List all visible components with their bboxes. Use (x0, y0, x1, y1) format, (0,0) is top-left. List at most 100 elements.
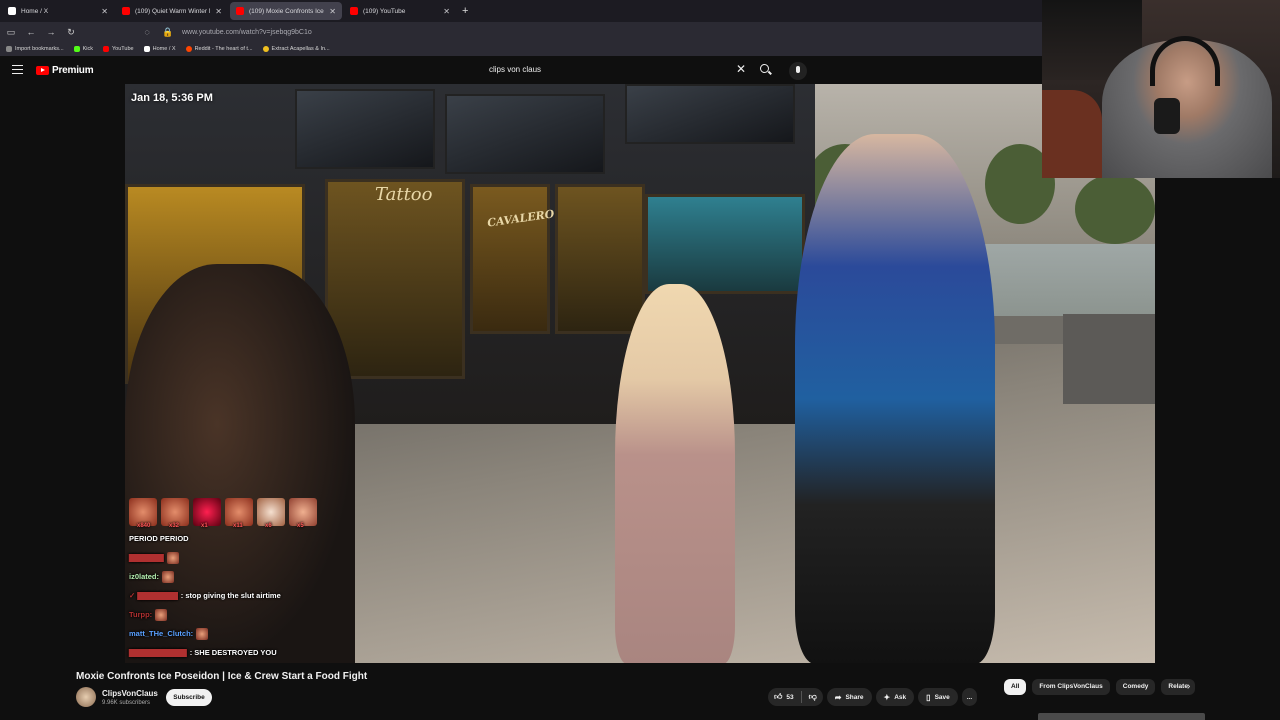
video-title: Moxie Confronts Ice Poseidon | Ice & Cre… (76, 671, 368, 682)
subscribe-button[interactable]: Subscribe (166, 689, 212, 706)
video-person-right (795, 134, 995, 663)
emote-icon (162, 570, 175, 583)
reload-icon[interactable]: ↻ (66, 27, 76, 38)
lock-icon[interactable]: 🔒 (162, 27, 173, 38)
avatar[interactable] (76, 687, 96, 707)
microphone-icon (1154, 98, 1180, 134)
thumbs-down-icon[interactable]: 👎︎ (809, 692, 817, 702)
emote-icon: x1 (193, 498, 221, 529)
bookmark-label: Import bookmarks... (15, 46, 64, 52)
bookmark-kick[interactable]: Kick (73, 46, 93, 52)
chat-message: ✓ ▇▇▇▇▇▇▇: stop giving the slut airtime (129, 589, 359, 602)
chat-message: ▇▇▇▇▇▇ (129, 551, 359, 564)
emote-icon: x840 (129, 498, 157, 529)
forward-icon[interactable]: → (46, 27, 56, 37)
youtube-premium-logo[interactable]: Premium (36, 65, 94, 76)
close-tab-icon[interactable]: ✕ (443, 7, 450, 16)
more-actions-button[interactable]: ... (961, 688, 978, 706)
chat-user: iz0lated: (129, 572, 160, 581)
share-button[interactable]: ➦ Share (826, 688, 872, 706)
tab-moxie-confronts[interactable]: (109) Moxie Confronts Ice P ✕ (230, 2, 342, 20)
youtube-play-icon (36, 66, 49, 75)
tab-title: Home / X (21, 7, 49, 15)
like-dislike-group: 👍︎ 53 👎︎ (768, 688, 823, 706)
save-button[interactable]: ▯ Save (918, 688, 958, 706)
sparkle-icon: ✦ (883, 692, 891, 702)
channel-name[interactable]: ClipsVonClaus (102, 689, 158, 698)
new-tab-button[interactable]: + (462, 5, 468, 17)
menu-icon[interactable] (12, 65, 23, 74)
youtube-favicon-icon (122, 7, 130, 15)
chat-user: Turpp: (129, 610, 153, 619)
more-icon: ... (966, 693, 973, 701)
chevron-right-icon[interactable]: › (1187, 681, 1190, 692)
bookmark-import[interactable]: Import bookmarks... (6, 46, 64, 52)
shop-sign: Tattoo (375, 184, 433, 205)
sidebar-toggle-icon[interactable]: ▭ (6, 27, 16, 38)
video-timestamp-overlay: Jan 18, 5:36 PM (131, 92, 213, 104)
reddit-icon (185, 46, 192, 52)
emote-icon: x32 (161, 498, 189, 529)
tab-home-x[interactable]: Home / X ✕ (2, 2, 114, 20)
tab-title: (109) YouTube (363, 7, 406, 15)
bookmark-youtube[interactable]: YouTube (103, 46, 134, 52)
thumbs-up-icon[interactable]: 👍︎ (774, 692, 782, 702)
ask-label: Ask (894, 693, 907, 701)
tab-youtube[interactable]: (109) YouTube ✕ (344, 2, 456, 20)
share-icon: ➦ (834, 692, 842, 702)
share-label: Share (845, 693, 864, 701)
recommendation-chips: All From ClipsVonClaus Comedy Relate (1004, 679, 1196, 695)
chat-text: : stop giving the slut airtime (180, 591, 281, 600)
video-details: Moxie Confronts Ice Poseidon | Ice & Cre… (0, 663, 1280, 720)
like-count[interactable]: 53 (786, 694, 793, 701)
extract-icon (262, 46, 269, 52)
bookmark-label: YouTube (112, 46, 134, 52)
chat-message: ▇▇▇▇▇▇▇▇▇▇: SHE DESTROYED YOU (129, 646, 359, 659)
video-tree (1075, 174, 1155, 244)
search-input[interactable]: clips von claus (489, 65, 541, 74)
search-box[interactable]: clips von claus ✕ (480, 61, 780, 79)
clear-search-icon[interactable]: ✕ (736, 62, 746, 76)
chat-user: matt_THe_Clutch: (129, 629, 194, 638)
chat-message: iz0lated: (129, 570, 359, 583)
kick-icon (73, 46, 80, 52)
x-logo-icon (8, 7, 16, 15)
close-tab-icon[interactable]: ✕ (101, 7, 108, 16)
shield-icon[interactable]: ◌ (142, 27, 152, 37)
tab-title: (109) Moxie Confronts Ice P (249, 7, 325, 15)
back-icon[interactable]: ← (26, 27, 36, 37)
chat-user: ▇▇▇▇▇▇ (129, 553, 164, 562)
chat-text: : SHE DESTROYED YOU (189, 648, 277, 657)
bookmark-reddit[interactable]: Reddit - The heart of t... (185, 46, 253, 52)
close-tab-icon[interactable]: ✕ (215, 7, 222, 16)
search-icon[interactable] (760, 64, 769, 73)
recommended-thumbnail[interactable] (1038, 713, 1205, 720)
bookmark-label: Reddit - The heart of t... (194, 46, 253, 52)
chat-message: PERIOD PERIOD (129, 532, 359, 545)
video-person-center (615, 284, 735, 663)
x-logo-icon (143, 46, 150, 52)
bookmark-icon: ▯ (926, 692, 931, 702)
save-label: Save (934, 693, 950, 701)
youtube-favicon-icon (350, 7, 358, 15)
close-tab-icon[interactable]: ✕ (329, 7, 336, 16)
emote-row: x840 x32 x1 x11 x6 x5 (129, 496, 359, 529)
address-bar[interactable]: www.youtube.com/watch?v=jsebqg9bC1o (182, 29, 312, 36)
chip-comedy[interactable]: Comedy (1115, 679, 1156, 695)
chat-message: Turpp: (129, 608, 359, 621)
chat-user: ✓ ▇▇▇▇▇▇▇ (129, 591, 178, 600)
ask-button[interactable]: ✦ Ask (875, 688, 915, 706)
bookmark-label: Extract Acapellas & In... (271, 46, 330, 52)
import-icon (6, 46, 12, 52)
bookmark-x[interactable]: Home / X (143, 46, 176, 52)
video-player[interactable]: Tattoo CAVALERO Jan 18, 5:36 PM x840 x32… (125, 84, 1155, 663)
webcam-chair (1042, 90, 1102, 178)
tab-quiet-warm[interactable]: (109) Quiet Warm Winter Night ✕ (116, 2, 228, 20)
emote-count: x840 (137, 523, 151, 529)
chip-from-channel[interactable]: From ClipsVonClaus (1032, 679, 1110, 695)
chat-user: ▇▇▇▇▇▇▇▇▇▇ (129, 648, 187, 657)
microphone-icon[interactable] (789, 62, 807, 80)
chip-all[interactable]: All (1004, 679, 1027, 695)
emote-count: x11 (233, 523, 243, 529)
bookmark-extract[interactable]: Extract Acapellas & In... (262, 46, 330, 52)
